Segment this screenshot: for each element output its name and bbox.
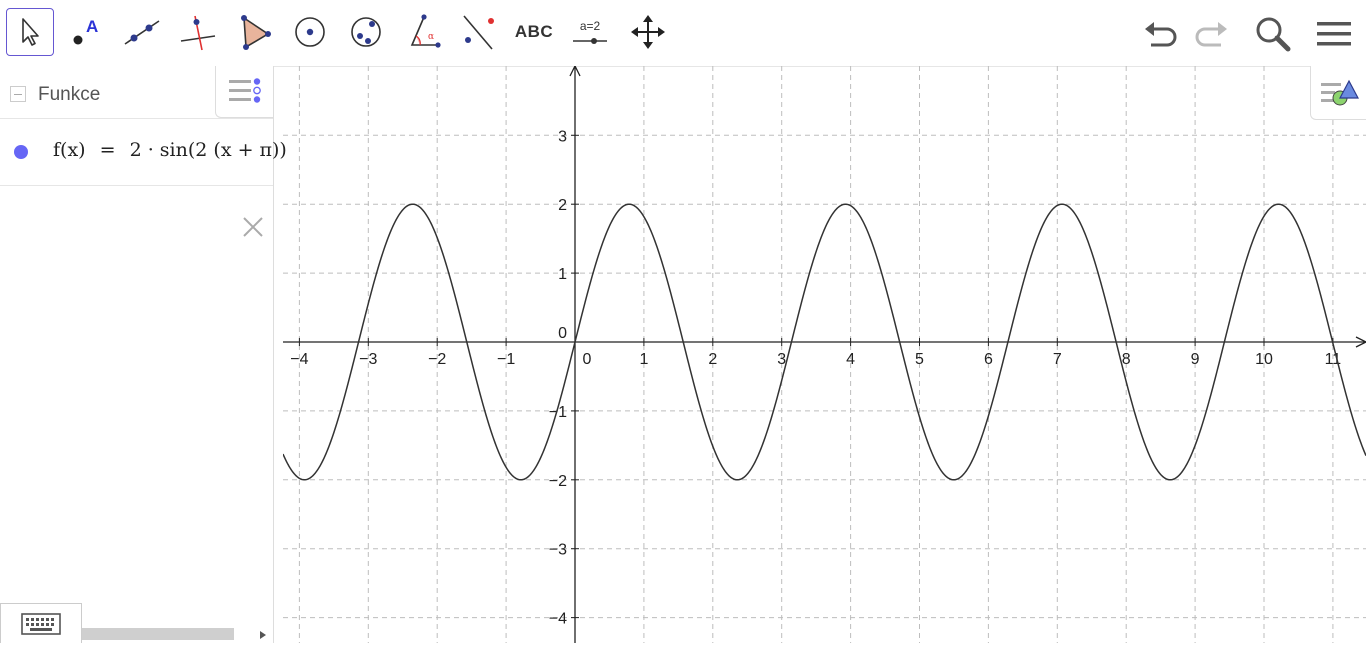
algebra-view: Funkce f(x) = 2 · sin(2 (x + π)) <box>0 66 287 643</box>
move-graphics-tool-button[interactable] <box>624 8 672 56</box>
reflect-tool-button[interactable] <box>454 8 502 56</box>
redo-icon <box>1195 22 1227 47</box>
y-tick-label: −4 <box>549 611 567 628</box>
function-expression: 2 · sin(2 (x + π)) <box>129 139 287 161</box>
close-input-button[interactable] <box>240 214 266 240</box>
search-icon <box>1256 17 1291 52</box>
x-tick-label: 1 <box>639 351 648 368</box>
x-tick-label: 2 <box>708 351 717 368</box>
circle-center-icon <box>295 17 325 47</box>
menu-button[interactable] <box>1312 12 1356 56</box>
x-tick-label: 8 <box>1122 351 1131 368</box>
y-tick-label: −2 <box>549 473 567 490</box>
circle-three-points-icon <box>351 17 381 47</box>
horizontal-scrollbar[interactable] <box>82 628 234 640</box>
x-tick-label: 5 <box>915 351 924 368</box>
slider-tool-label: a=2 <box>579 18 601 33</box>
hamburger-menu-icon <box>1317 22 1351 46</box>
perpendicular-line-icon <box>180 15 216 51</box>
undo-icon <box>1145 22 1177 47</box>
polygon-tool-button[interactable] <box>230 8 278 56</box>
svg-text:α: α <box>428 32 434 42</box>
x-tick-label: 7 <box>1053 351 1062 368</box>
move-tool-button[interactable] <box>6 8 54 56</box>
perpendicular-tool-button[interactable] <box>174 8 222 56</box>
graphics-style-bar-button[interactable] <box>1310 66 1366 120</box>
x-tick-label: 0 <box>583 351 592 368</box>
equals-sign: = <box>99 139 116 161</box>
visibility-toggle-dot[interactable] <box>14 145 28 159</box>
x-tick-label: −1 <box>497 351 515 368</box>
svg-text:A: A <box>86 17 98 36</box>
keyboard-button[interactable] <box>0 603 82 643</box>
y-tick-label: 2 <box>558 197 567 214</box>
y-tick-label: 1 <box>558 266 567 283</box>
circle-tool-button[interactable] <box>286 8 334 56</box>
redo-button[interactable] <box>1189 12 1233 56</box>
angle-tool-button[interactable]: α <box>398 8 446 56</box>
minus-icon <box>14 93 22 95</box>
algebra-group-title: Funkce <box>38 84 101 105</box>
cursor-arrow-icon <box>22 18 39 46</box>
x-tick-label: 4 <box>846 351 855 368</box>
y-tick-label: −3 <box>549 542 567 559</box>
sort-options-icon <box>228 77 261 103</box>
algebra-style-bar-button[interactable] <box>215 66 273 118</box>
point-tool-button[interactable]: A <box>62 8 110 56</box>
graphics-style-icon <box>1320 79 1359 105</box>
point-icon: A <box>73 17 98 45</box>
move-arrows-icon <box>631 15 665 49</box>
x-tick-label: −4 <box>290 351 308 368</box>
toolbar: A α ABC a=2 <box>0 0 1366 67</box>
collapse-group-button[interactable] <box>10 86 26 102</box>
graphics-view[interactable]: −4 −3 −2 −1 0 1 2 3 4 5 6 7 8 9 10 11 3210−1−2−3−4 <box>283 66 1366 643</box>
x-tick-label: 9 <box>1191 351 1200 368</box>
y-tick-label: 0 <box>558 325 567 342</box>
line-tool-button[interactable] <box>118 8 166 56</box>
line-icon <box>124 20 160 45</box>
x-tick-label: −2 <box>428 351 446 368</box>
text-tool-label: ABC <box>514 22 554 41</box>
reflect-line-icon <box>463 15 494 50</box>
search-button[interactable] <box>1250 12 1294 56</box>
y-axis-tick-labels: 3210−1−2−3−4 <box>549 128 567 627</box>
close-icon <box>243 217 263 237</box>
polygon-icon <box>241 15 271 50</box>
function-definition[interactable]: f(x) = 2 · sin(2 (x + π)) <box>53 139 287 161</box>
y-tick-label: 3 <box>558 128 567 145</box>
x-tick-label: 6 <box>984 351 993 368</box>
x-axis-tick-labels: −4 −3 −2 −1 0 1 2 3 4 5 6 7 8 9 10 11 <box>290 351 1341 368</box>
conic-tool-button[interactable] <box>342 8 390 56</box>
text-tool-button[interactable]: ABC <box>510 8 558 56</box>
x-tick-label: 10 <box>1255 351 1273 368</box>
keyboard-icon <box>21 612 61 635</box>
undo-button[interactable] <box>1139 12 1183 56</box>
slider-tool-button[interactable]: a=2 <box>566 8 614 56</box>
scroll-right-arrow-icon[interactable] <box>256 628 270 642</box>
angle-icon: α <box>410 14 441 48</box>
algebra-item-f[interactable]: f(x) = 2 · sin(2 (x + π)) <box>0 119 287 186</box>
slider-track-icon <box>573 37 607 44</box>
function-name: f(x) <box>53 139 86 161</box>
x-tick-label: −3 <box>359 351 377 368</box>
algebra-group-header: Funkce <box>0 66 273 119</box>
slider-icon: a=2 <box>570 19 610 46</box>
